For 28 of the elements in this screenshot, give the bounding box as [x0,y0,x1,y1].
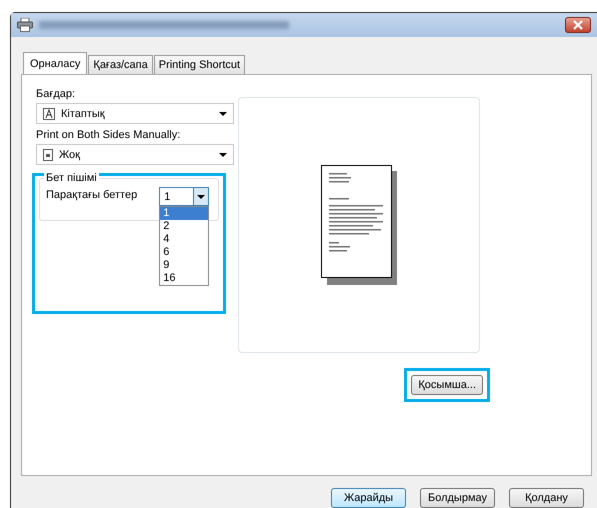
field-label: Парақтағы беттер [46,188,138,201]
dropdown-option[interactable]: 9 [160,259,208,272]
orientation-dropdown[interactable]: Кітаптық [36,103,234,124]
dropdown-option[interactable]: 6 [160,246,208,259]
tab[interactable]: Printing Shortcut [154,55,246,74]
group-legend: Бет пішімі [44,172,99,184]
field-label: Print on Both Sides Manually: [36,128,182,142]
dropdown-option[interactable]: 16 [160,272,208,285]
dialog-button[interactable]: Қолдану [509,488,584,508]
caret-icon [219,112,227,116]
page-letter-icon [43,108,55,120]
caret-icon [219,152,227,156]
dialog-button[interactable]: Болдырмау [420,488,495,508]
close-button[interactable] [565,17,591,33]
dropdown-option[interactable]: 1 [160,207,208,220]
pages-per-sheet-dropdown[interactable]: 1 [159,187,210,206]
duplex-dropdown[interactable]: Жоқ [36,144,234,165]
printer-icon [17,18,33,32]
dialog-button[interactable]: Жарайды [331,488,406,508]
dropdown-option[interactable]: 4 [160,233,208,246]
close-icon [572,20,584,30]
advanced-button[interactable]: Қосымша... [411,375,483,395]
page-icon [43,148,53,160]
tab[interactable]: Қағаз/сапа [88,55,153,74]
caret-icon [197,194,206,198]
field-label: Бағдар: [36,87,76,101]
tab[interactable]: Орналасу [23,52,88,74]
dropdown-option[interactable]: 2 [160,220,208,233]
